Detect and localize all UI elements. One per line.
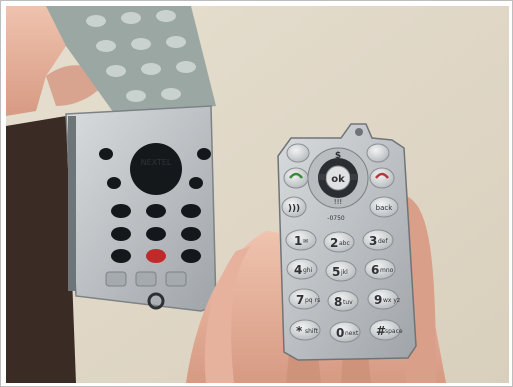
model-text: -0750 [327, 215, 345, 222]
dark-background [6, 116, 76, 383]
key-1: 1 ✉ [285, 229, 317, 251]
red-component [146, 249, 166, 263]
call-key [283, 167, 309, 189]
svg-text:0: 0 [336, 326, 344, 340]
svg-text:mno: mno [380, 267, 394, 274]
svg-text:6: 6 [371, 263, 379, 277]
photo: NEXTEL ok $ !!!))) back -0750 1 ✉ 2 abc… [6, 6, 509, 383]
svg-text:3: 3 [369, 234, 377, 248]
key-3: 3 def [362, 229, 394, 251]
nav-top-label: $ [335, 151, 341, 161]
svg-text:space: space [385, 328, 403, 335]
board-bottom-pads [105, 271, 187, 287]
phone-board: NEXTEL [65, 105, 217, 312]
svg-text:ghi: ghi [303, 267, 313, 274]
soft-key-left [286, 143, 310, 163]
svg-text:2: 2 [330, 236, 338, 250]
svg-text:next: next [345, 330, 359, 337]
soft-key-right [366, 143, 390, 163]
svg-text:9: 9 [374, 293, 382, 307]
svg-text:1: 1 [294, 234, 302, 248]
svg-text:4: 4 [294, 263, 302, 277]
key-2: 2 abc [323, 231, 355, 253]
key-star: * shift [289, 319, 321, 341]
svg-text:jkl: jkl [340, 269, 348, 276]
svg-text:tuv: tuv [343, 299, 353, 306]
svg-text:*: * [296, 324, 303, 338]
svg-text:def: def [378, 238, 389, 245]
nav-hole [130, 143, 182, 195]
key-7: 7 pq rs [288, 288, 320, 310]
nav-bottom-label: !!! [334, 198, 342, 206]
svg-text:abc: abc [339, 240, 350, 247]
svg-text:wx yz: wx yz [383, 297, 400, 304]
speaker-icon: ))) [288, 204, 300, 214]
key-8: 8 tuv [327, 290, 359, 312]
svg-text:pq rs: pq rs [305, 297, 320, 304]
back-label: back [376, 204, 394, 212]
svg-text:8: 8 [334, 295, 342, 309]
key-4: 4 ghi [286, 258, 318, 280]
svg-text:shift: shift [305, 328, 319, 335]
ok-label: ok [331, 174, 345, 185]
key-5: 5 jkl [325, 260, 357, 282]
image-frame: NEXTEL ok $ !!!))) back -0750 1 ✉ 2 abc… [0, 0, 513, 387]
photo-svg: NEXTEL ok $ !!!))) back -0750 1 ✉ 2 abc… [6, 6, 509, 383]
board-brand-text: NEXTEL [141, 158, 172, 167]
key-6: 6 mno [364, 258, 396, 280]
key-0: 0 next [329, 321, 361, 343]
silver-keypad: ok $ !!! ))) back -0750 1 ✉ 2 abc 3 def … [277, 123, 417, 361]
end-key [369, 167, 395, 189]
svg-text:5: 5 [332, 265, 340, 279]
svg-text:✉: ✉ [303, 238, 308, 245]
svg-text:7: 7 [296, 293, 304, 307]
